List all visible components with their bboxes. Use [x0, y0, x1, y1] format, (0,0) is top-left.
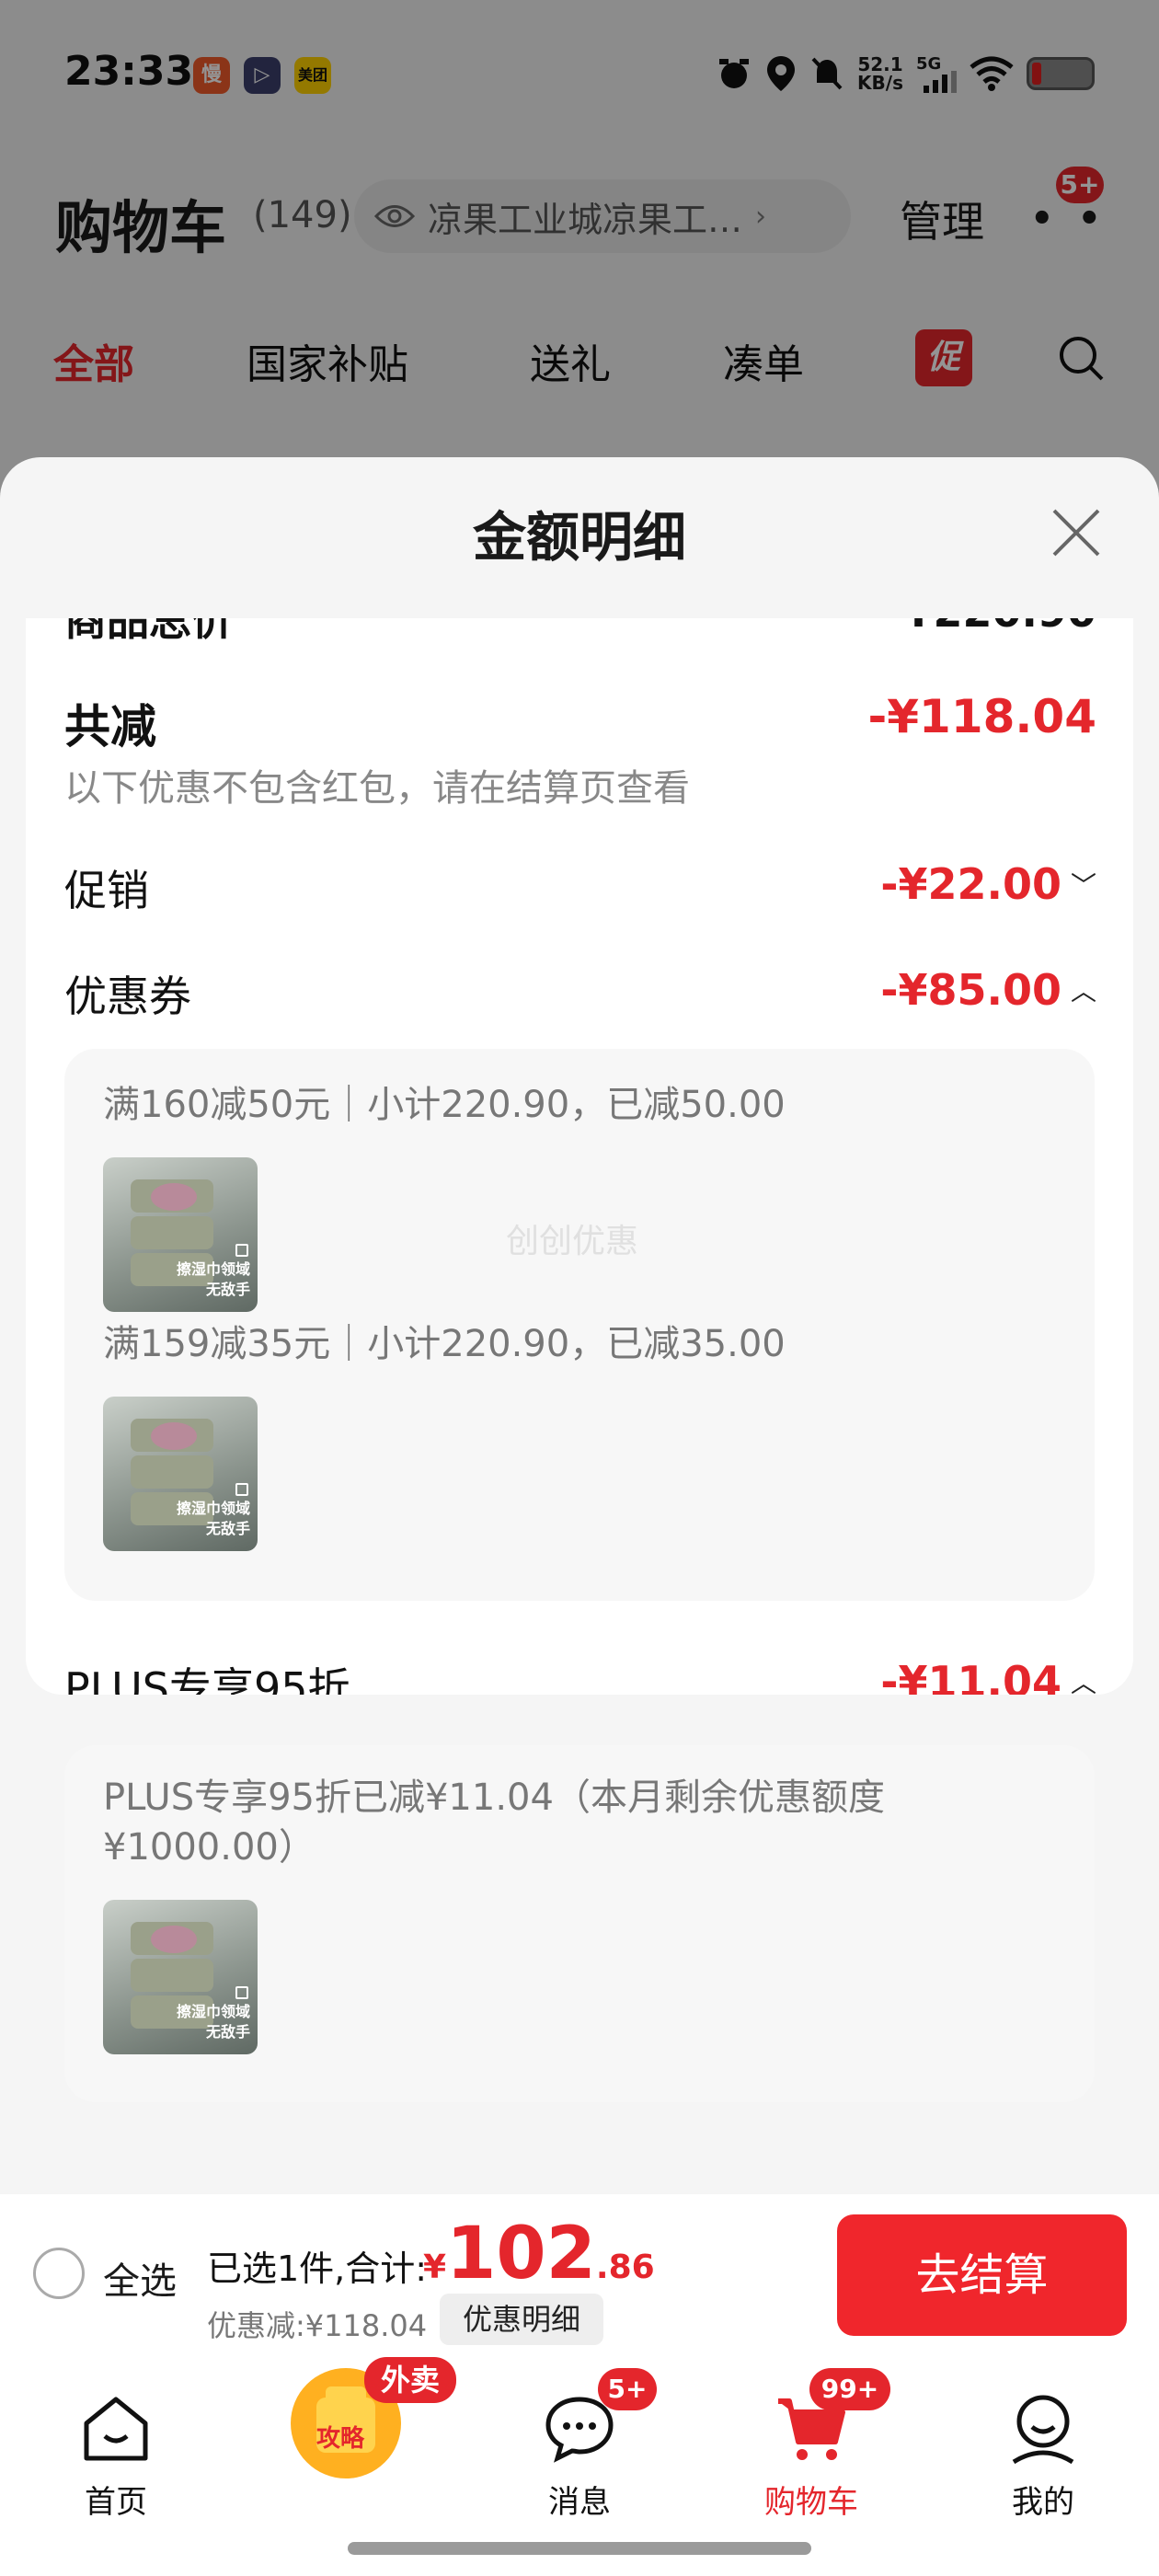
promotion-amount: -¥22.00 [880, 859, 1061, 909]
promotion-label: 促销 [64, 866, 149, 915]
sheet-title: 金额明细 [472, 506, 686, 569]
discount-detail-button[interactable]: 优惠明细 [440, 2294, 603, 2345]
goods-total-label: 商品总价 [64, 618, 234, 645]
home-indicator[interactable] [348, 2542, 811, 2555]
plus-label: PLUS专享95折 [64, 1663, 350, 1695]
plus-detail-line-2: ¥1000.00） [103, 1826, 316, 1869]
total-price: ¥102.86 [423, 2213, 655, 2295]
close-icon[interactable] [1049, 505, 1104, 560]
goods-total-amount: ¥220.90 [903, 618, 1096, 637]
product-thumbnail[interactable]: 擦湿巾领域 无敌手 [103, 1157, 258, 1312]
promotion-row[interactable]: -¥22.00 ﹀ [880, 859, 1096, 909]
takeout-badge: 外卖 [364, 2357, 456, 2403]
cart-badge: 99+ [809, 2368, 890, 2410]
coupon-item-1: 满160减50元｜小计220.90，已减50.00 [103, 1084, 786, 1126]
tab-guide-label: 攻略 [316, 2425, 365, 2453]
person-icon [1012, 2395, 1074, 2465]
select-all-label[interactable]: 全选 [103, 2251, 177, 2305]
selection-summary: 已选1件,合计: [207, 2248, 428, 2289]
coupon-row[interactable]: -¥85.00 ︿ [880, 965, 1096, 1015]
coupon-label: 优惠券 [64, 972, 191, 1021]
select-all-checkbox[interactable] [33, 2248, 85, 2299]
checkout-button[interactable]: 去结算 [837, 2214, 1127, 2336]
plus-amount: -¥11.04 [880, 1657, 1061, 1695]
total-discount-amount: -¥118.04 [867, 690, 1097, 743]
chevron-up-icon: ︿ [1070, 1668, 1096, 1695]
plus-detail-line-1: PLUS专享95折已减¥11.04（本月剩余优惠额度 [103, 1777, 885, 1819]
coupon-item-2: 满159减35元｜小计220.90，已减35.00 [103, 1323, 786, 1365]
coupon-detail-panel: 满160减50元｜小计220.90，已减50.00 擦湿巾领域 无敌手 创创优惠 … [64, 1049, 1095, 1601]
product-thumbnail[interactable]: 擦湿巾领域 无敌手 [103, 1900, 258, 2054]
home-icon [84, 2397, 148, 2461]
plus-detail-panel: PLUS专享95折已减¥11.04（本月剩余优惠额度 ¥1000.00） 擦湿巾… [64, 1745, 1095, 2102]
checkout-bar: 全选 已选1件,合计: ¥102.86 优惠减:¥118.04 优惠明细 去结算 [0, 2194, 1159, 2360]
amount-detail-card: 商品总价 ¥220.90 共减 -¥118.04 以下优惠不包含红包，请在结算页… [26, 618, 1133, 1695]
total-discount-label: 共减 [64, 700, 156, 753]
amount-detail-sheet: 金额明细 商品总价 ¥220.90 共减 -¥118.04 以下优惠不包含红包，… [0, 457, 1159, 2334]
chevron-down-icon: ﹀ [1070, 870, 1096, 901]
chevron-up-icon: ︿ [1070, 976, 1096, 1006]
product-thumbnail[interactable]: 擦湿巾领域 无敌手 [103, 1397, 258, 1551]
watermark: 创创优惠 [506, 1223, 639, 1260]
coupon-amount: -¥85.00 [880, 965, 1061, 1015]
saved-amount: 优惠减:¥118.04 [207, 2308, 428, 2343]
plus-row[interactable]: -¥11.04 ︿ [880, 1657, 1096, 1695]
discount-note: 以下优惠不包含红包，请在结算页查看 [64, 767, 690, 810]
messages-badge: 5+ [598, 2368, 657, 2410]
